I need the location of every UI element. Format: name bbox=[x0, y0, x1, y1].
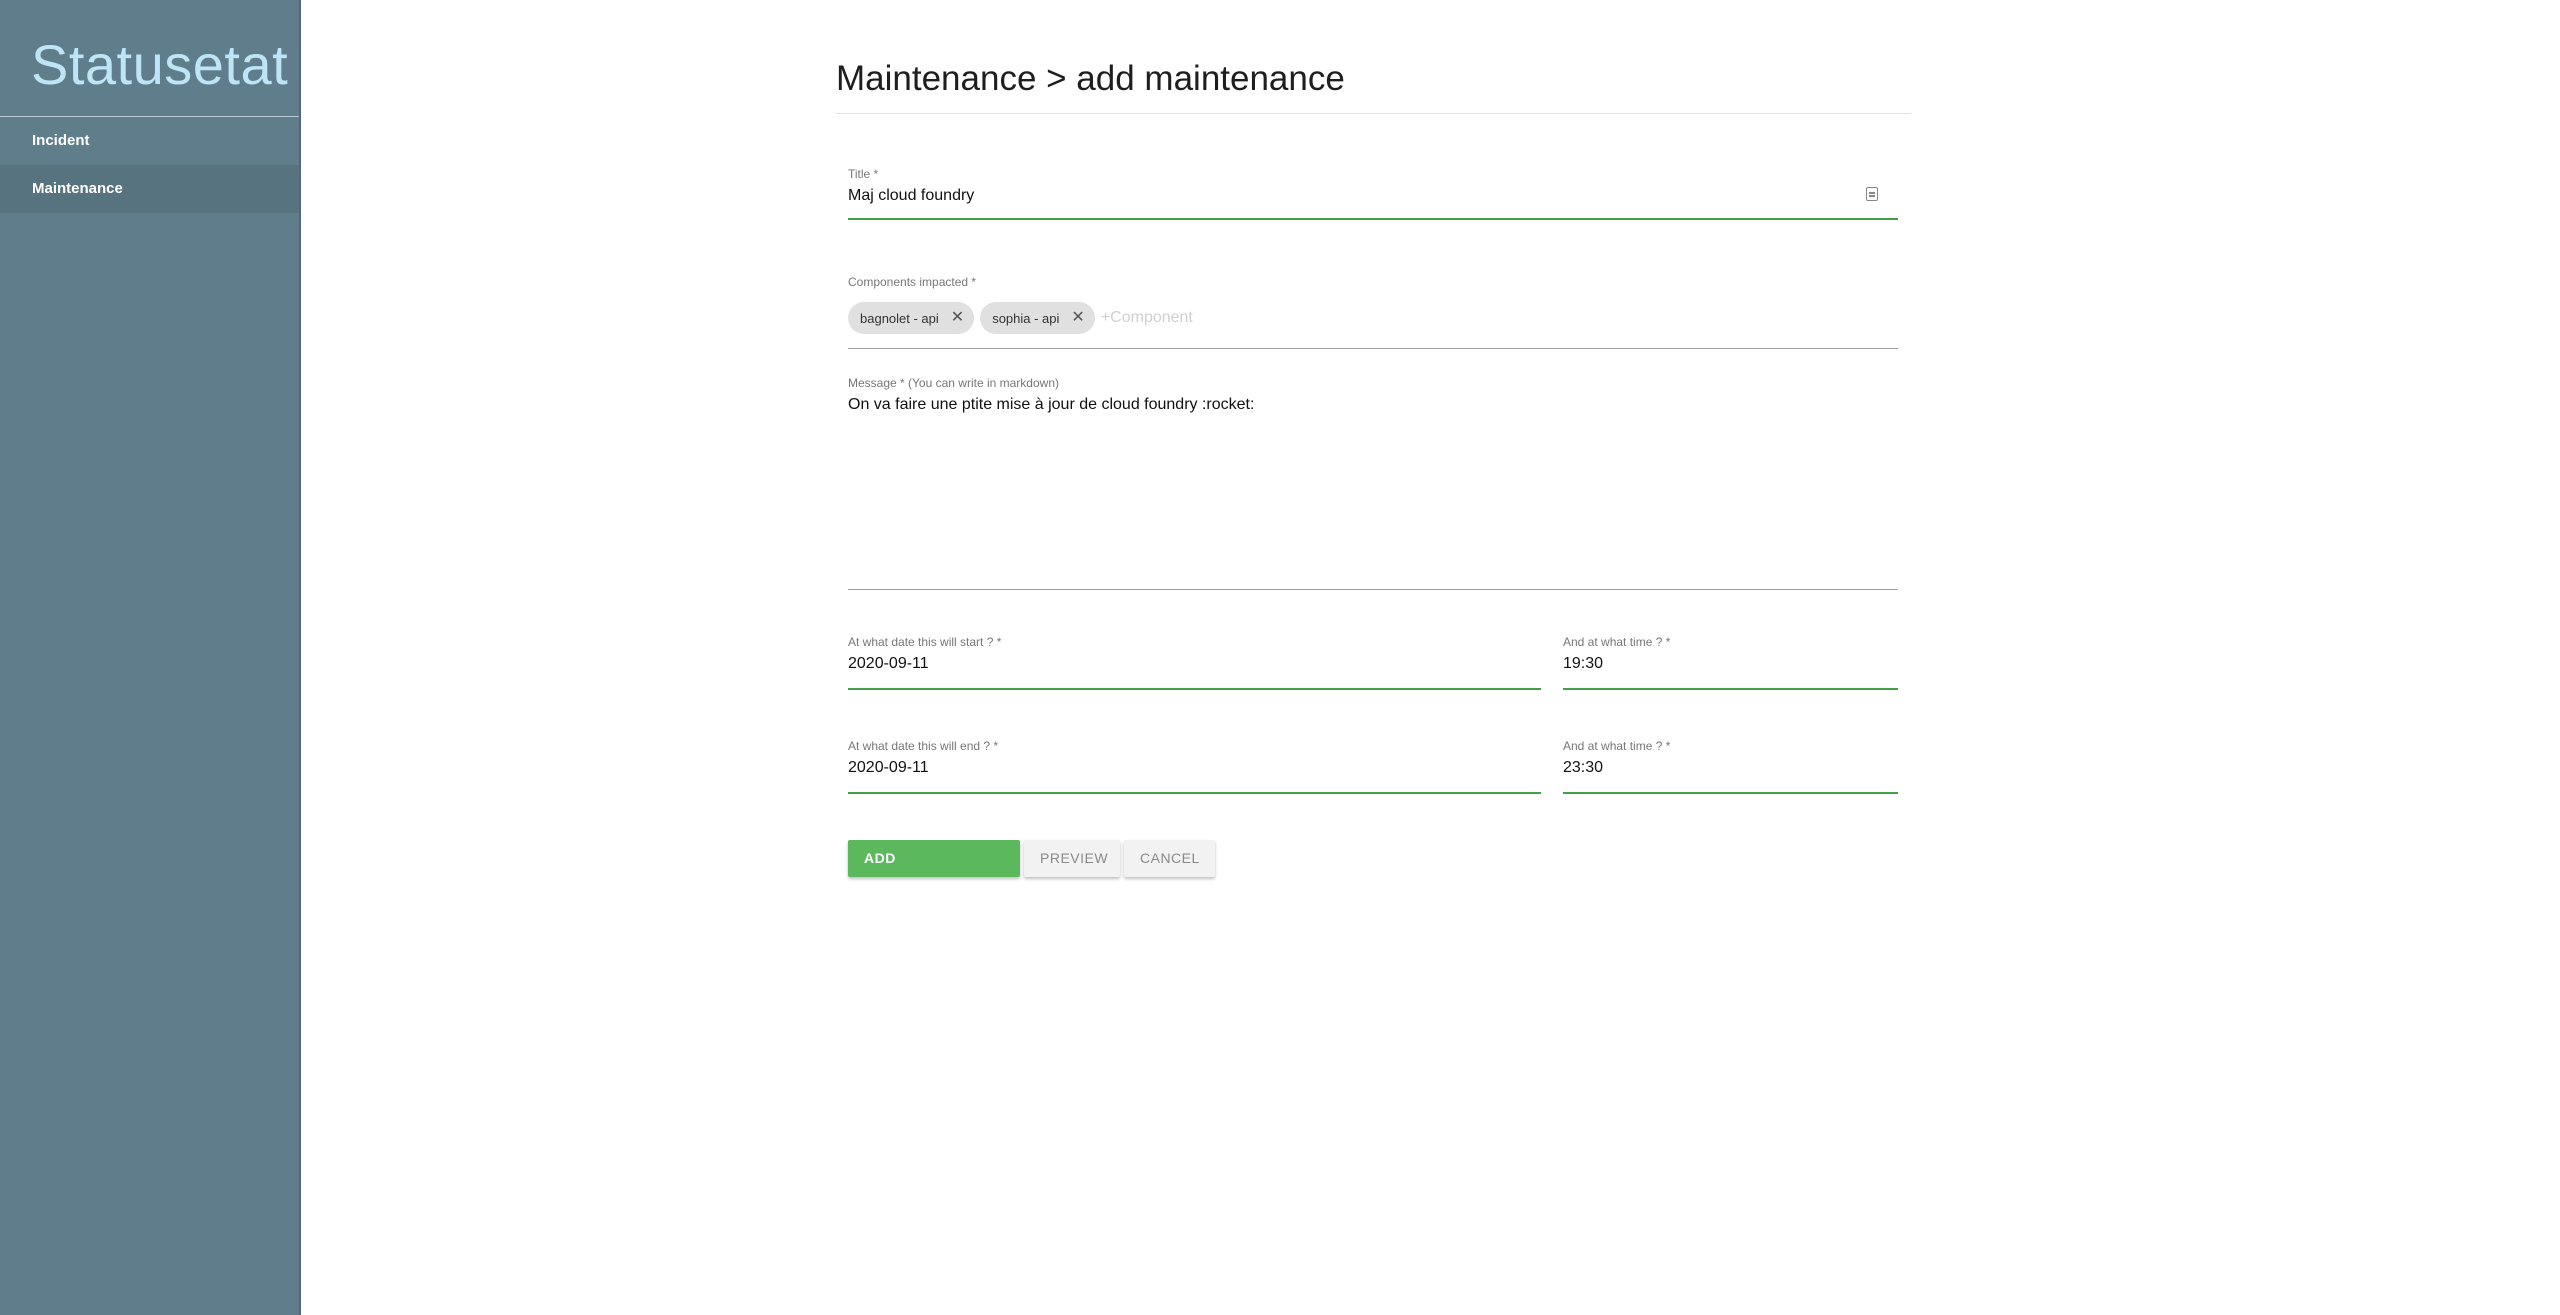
chip-label: sophia - api bbox=[992, 310, 1060, 326]
main-content: Maintenance > add maintenance Title * Ma… bbox=[836, 0, 1911, 903]
components-label: Components impacted * bbox=[848, 275, 977, 289]
title-field[interactable]: Title * Maj cloud foundry bbox=[848, 167, 1898, 220]
components-chip-input[interactable]: bagnolet - api ✕ sophia - api ✕ bbox=[848, 294, 1898, 349]
message-field: Message * (You can write in markdown) On… bbox=[848, 376, 1898, 590]
preview-button[interactable]: PREVIEW bbox=[1024, 840, 1120, 877]
app-root: Statusetat Incident Maintenance Maintena… bbox=[0, 0, 2560, 1315]
end-date-label: At what date this will end ? * bbox=[848, 739, 999, 753]
title-label: Title * bbox=[848, 167, 879, 181]
start-time-value: 19:30 bbox=[1563, 655, 1604, 672]
end-time-label: And at what time ? * bbox=[1563, 739, 1671, 753]
sidebar-item-maintenance[interactable]: Maintenance bbox=[0, 165, 299, 213]
autofill-icon[interactable] bbox=[1866, 187, 1878, 201]
end-time-input[interactable]: 23:30 bbox=[1563, 759, 1898, 794]
sidebar-item-incident[interactable]: Incident bbox=[0, 117, 299, 165]
start-date-input[interactable]: 2020-09-11 bbox=[848, 655, 1541, 690]
start-date-label: At what date this will start ? * bbox=[848, 635, 1002, 649]
component-chip: bagnolet - api ✕ bbox=[848, 302, 975, 334]
end-date-field: At what date this will end ? * 2020-09-1… bbox=[848, 739, 1541, 794]
cancel-button[interactable]: CANCEL bbox=[1124, 840, 1215, 877]
start-date-field: At what date this will start ? * 2020-09… bbox=[848, 635, 1541, 690]
end-date-input[interactable]: 2020-09-11 bbox=[848, 759, 1541, 794]
start-time-field: And at what time ? * 19:30 bbox=[1563, 635, 1898, 690]
add-maintenance-button[interactable]: ADD MAINTENANCE bbox=[848, 840, 1020, 903]
end-date-value: 2020-09-11 bbox=[848, 759, 929, 776]
component-search-input[interactable] bbox=[1100, 309, 1401, 327]
message-textarea[interactable]: On va faire une ptite mise à jour de clo… bbox=[848, 396, 1898, 590]
sidebar: Statusetat Incident Maintenance bbox=[0, 0, 301, 1315]
end-time-value: 23:30 bbox=[1563, 759, 1604, 776]
end-time-field: And at what time ? * 23:30 bbox=[1563, 739, 1898, 794]
message-label: Message * (You can write in markdown) bbox=[848, 376, 1059, 390]
page-title: Maintenance > add maintenance bbox=[836, 59, 1911, 114]
title-input[interactable]: Maj cloud foundry bbox=[848, 187, 1898, 220]
close-icon[interactable]: ✕ bbox=[1071, 310, 1084, 326]
title-value: Maj cloud foundry bbox=[848, 187, 975, 204]
component-chip: sophia - api ✕ bbox=[980, 302, 1095, 334]
components-field: Components impacted * bagnolet - api ✕ s… bbox=[848, 275, 1898, 349]
chip-label: bagnolet - api bbox=[860, 310, 939, 326]
close-icon[interactable]: ✕ bbox=[951, 310, 964, 326]
start-date-value: 2020-09-11 bbox=[848, 655, 929, 672]
start-time-label: And at what time ? * bbox=[1563, 635, 1671, 649]
brand-logo[interactable]: Statusetat bbox=[0, 0, 299, 117]
start-time-input[interactable]: 19:30 bbox=[1563, 655, 1898, 690]
message-value: On va faire une ptite mise à jour de clo… bbox=[848, 396, 1255, 413]
